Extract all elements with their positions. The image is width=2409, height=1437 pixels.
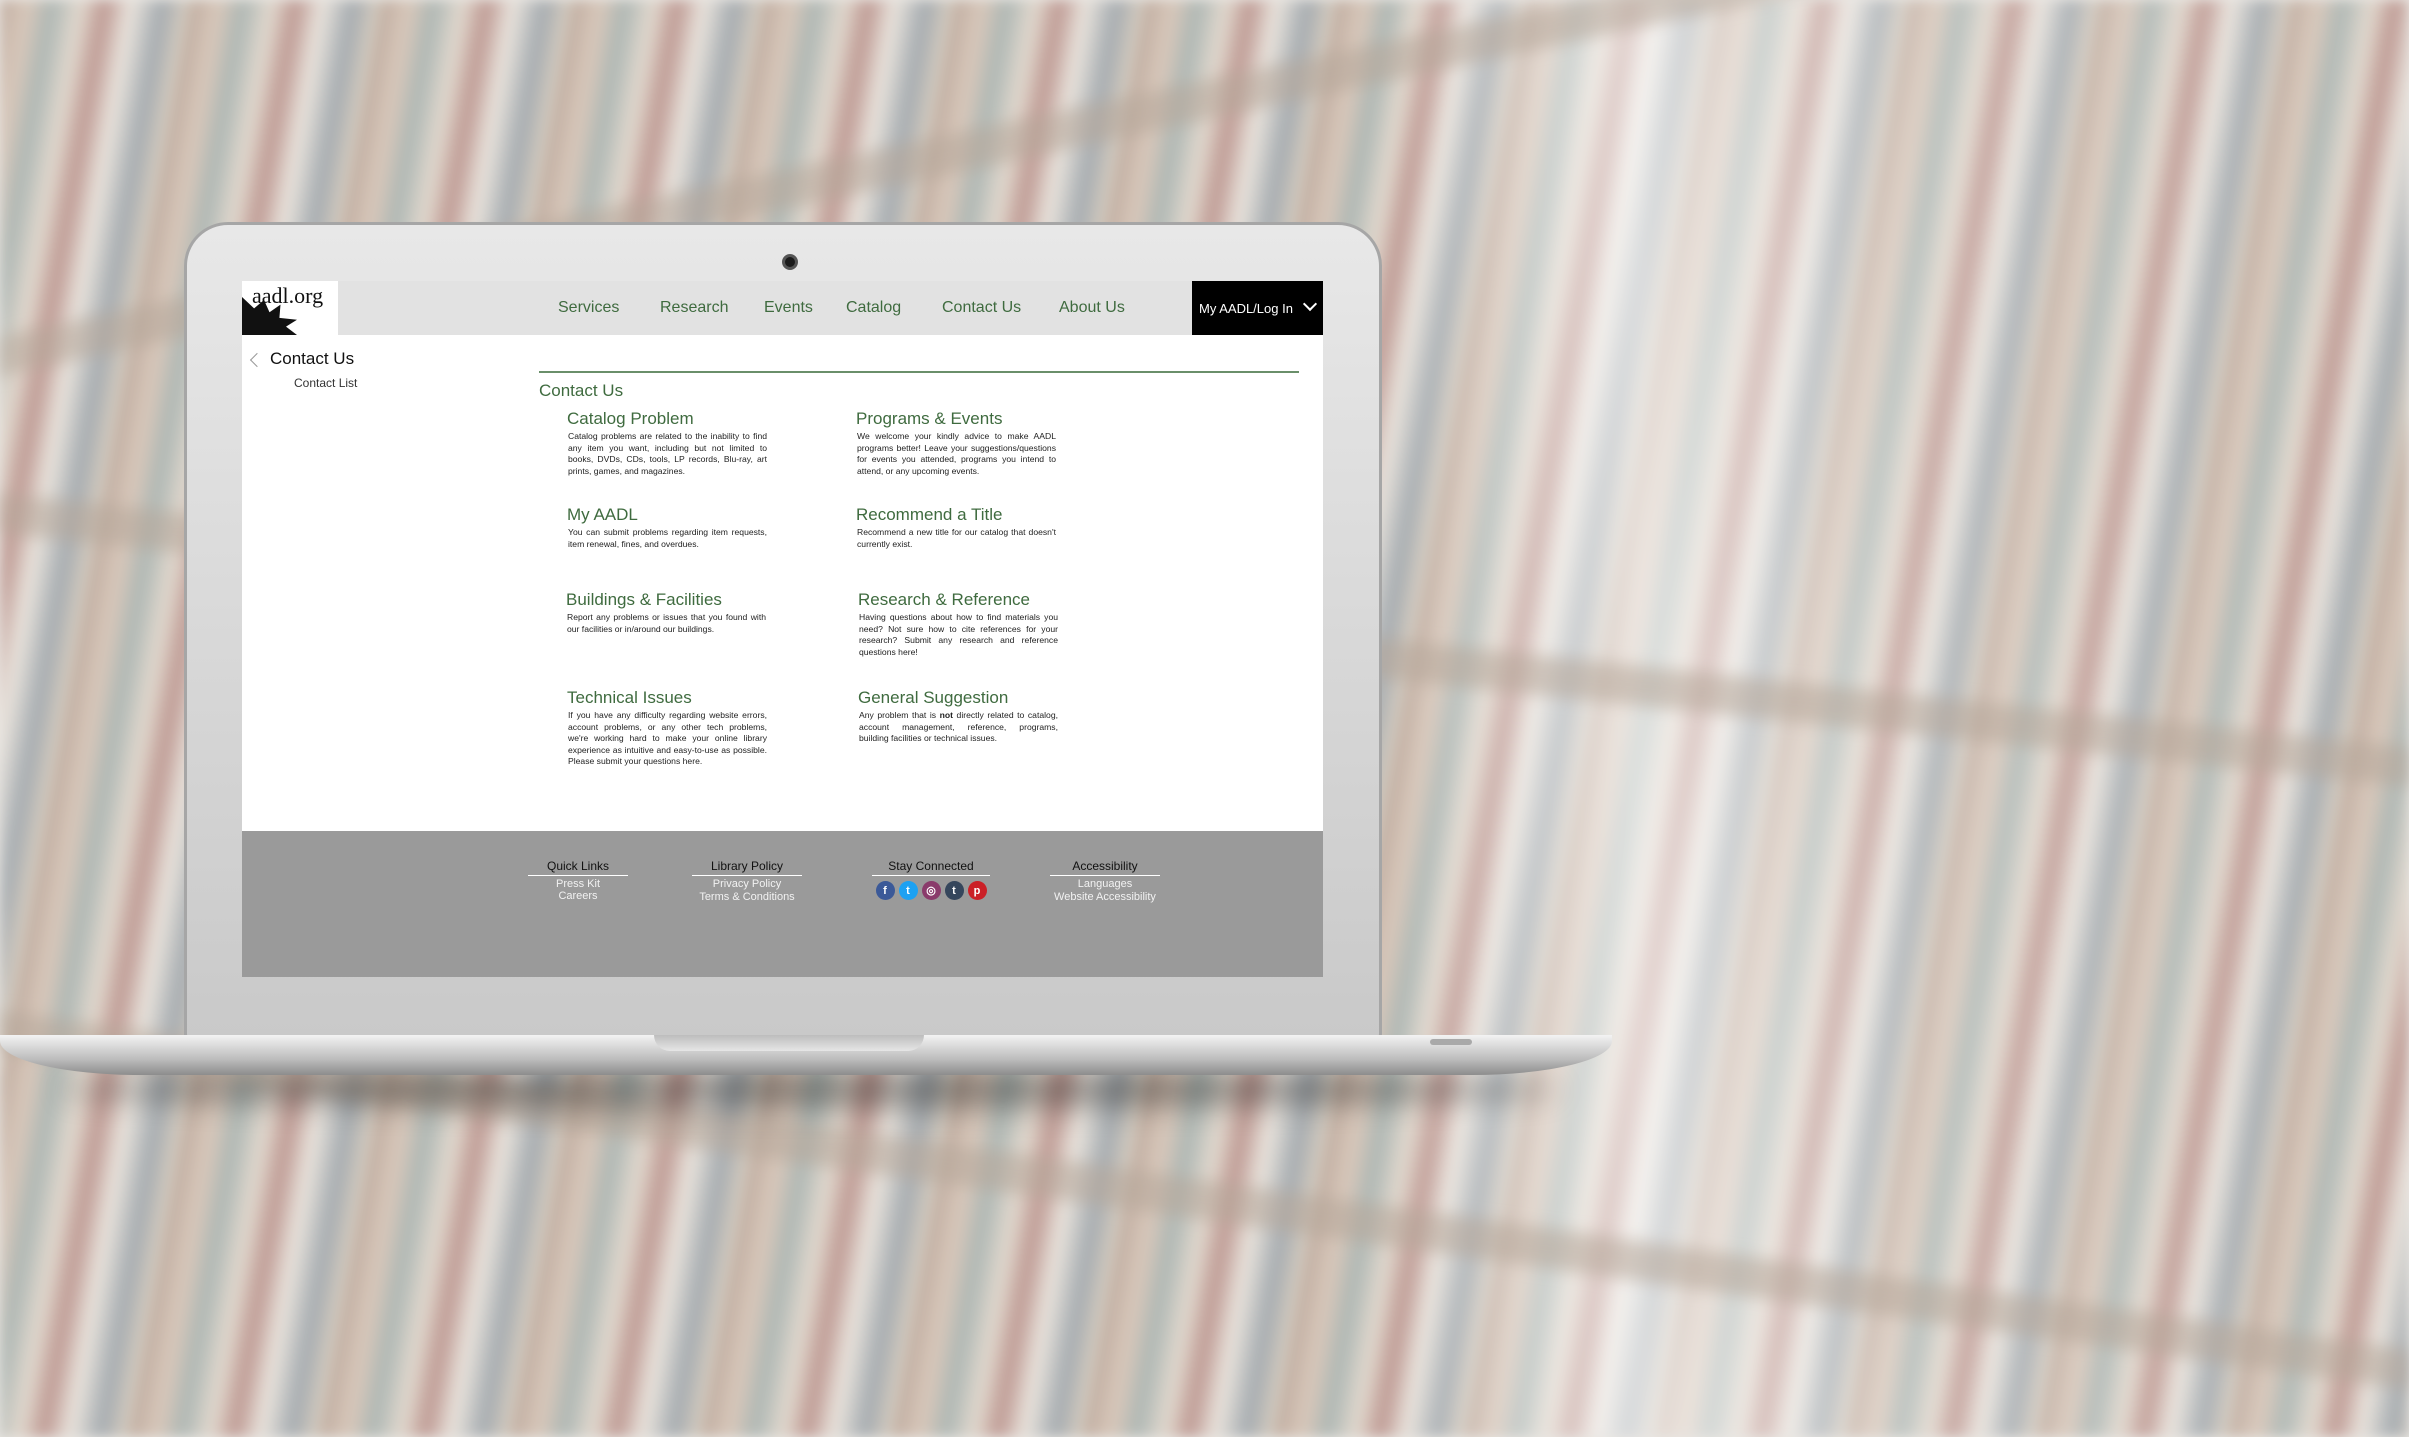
instagram-icon[interactable]: ◎ (921, 881, 941, 900)
header-bar: aadl.org Services Research Events Catalo… (242, 281, 1323, 335)
footer-link-terms[interactable]: Terms & Conditions (692, 891, 802, 903)
footer-link-languages[interactable]: Languages (1050, 878, 1160, 890)
card-title[interactable]: Catalog Problem (567, 409, 767, 429)
footer-link-press-kit[interactable]: Press Kit (528, 878, 628, 890)
footer-heading: Quick Links (528, 859, 628, 876)
facebook-icon[interactable]: f (875, 881, 895, 900)
page-title: Contact Us (539, 381, 624, 400)
card-technical-issues[interactable]: Technical Issues If you have any difficu… (567, 688, 767, 768)
card-general-suggestion[interactable]: General Suggestion Any problem that is n… (858, 688, 1058, 745)
title-divider (539, 371, 1299, 373)
pinterest-icon[interactable]: p (967, 881, 987, 900)
nav-catalog[interactable]: Catalog (846, 299, 901, 317)
footer-heading: Accessibility (1050, 859, 1160, 876)
laptop-shadow (60, 1072, 1560, 1108)
card-title[interactable]: Buildings & Facilities (566, 590, 766, 610)
card-description: Catalog problems are related to the inab… (568, 431, 767, 476)
chevron-down-icon (1302, 296, 1318, 312)
sidebar-item-contact-list[interactable]: Contact List (294, 376, 357, 390)
card-my-aadl[interactable]: My AADL You can submit problems regardin… (567, 505, 767, 550)
card-description: Recommend a new title for our catalog th… (857, 527, 1056, 549)
description-text: Any problem that is (859, 710, 940, 720)
logo-text: aadl.org (252, 283, 324, 308)
card-title[interactable]: My AADL (567, 505, 767, 525)
laptop-hinge-notch (654, 1035, 924, 1051)
card-description: If you have any difficulty regarding web… (568, 710, 767, 766)
nav-services[interactable]: Services (558, 299, 619, 317)
footer-link-privacy-policy[interactable]: Privacy Policy (692, 878, 802, 890)
footer-accessibility: Accessibility Languages Website Accessib… (1050, 859, 1160, 903)
login-label: My AADL/Log In (1199, 301, 1293, 316)
footer-link-careers[interactable]: Careers (528, 890, 628, 902)
footer-library-policy: Library Policy Privacy Policy Terms & Co… (692, 859, 802, 903)
footer-heading: Library Policy (692, 859, 802, 876)
nav-research[interactable]: Research (660, 299, 728, 317)
card-title[interactable]: Research & Reference (858, 590, 1058, 610)
laptop-screen: aadl.org Services Research Events Catalo… (242, 281, 1323, 977)
card-catalog-problem[interactable]: Catalog Problem Catalog problems are rel… (567, 409, 767, 477)
card-buildings-facilities[interactable]: Buildings & Facilities Report any proble… (566, 590, 766, 635)
card-description: Having questions about how to find mater… (859, 612, 1058, 657)
site-footer: Quick Links Press Kit Careers Library Po… (242, 831, 1323, 977)
card-research-reference[interactable]: Research & Reference Having questions ab… (858, 590, 1058, 658)
login-button[interactable]: My AADL/Log In (1192, 281, 1323, 335)
card-description: Report any problems or issues that you f… (567, 612, 766, 634)
card-description: We welcome your kindly advice to make AA… (857, 431, 1056, 476)
laptop-indicator (1430, 1039, 1472, 1045)
nav-events[interactable]: Events (764, 299, 813, 317)
card-description: You can submit problems regarding item r… (568, 527, 767, 549)
card-title[interactable]: General Suggestion (858, 688, 1058, 708)
social-icons: f t ◎ t p (872, 881, 990, 900)
camera-icon (782, 254, 798, 270)
footer-stay-connected: Stay Connected f t ◎ t p (872, 859, 990, 900)
sidebar-title[interactable]: Contact Us (270, 349, 354, 369)
card-programs-events[interactable]: Programs & Events We welcome your kindly… (856, 409, 1056, 477)
description-emphasis: not (939, 710, 953, 720)
chevron-left-icon[interactable] (249, 352, 265, 368)
footer-link-website-accessibility[interactable]: Website Accessibility (1050, 891, 1160, 903)
nav-contact-us[interactable]: Contact Us (942, 299, 1021, 317)
card-description: Any problem that is not directly related… (859, 710, 1058, 745)
footer-quick-links: Quick Links Press Kit Careers (528, 859, 628, 902)
tumblr-icon[interactable]: t (944, 881, 964, 900)
card-title[interactable]: Recommend a Title (856, 505, 1056, 525)
twitter-icon[interactable]: t (898, 881, 918, 900)
site-logo[interactable]: aadl.org (242, 281, 338, 335)
footer-heading: Stay Connected (872, 859, 990, 876)
card-recommend-title[interactable]: Recommend a Title Recommend a new title … (856, 505, 1056, 550)
nav-about-us[interactable]: About Us (1059, 299, 1125, 317)
card-title[interactable]: Technical Issues (567, 688, 767, 708)
card-title[interactable]: Programs & Events (856, 409, 1056, 429)
